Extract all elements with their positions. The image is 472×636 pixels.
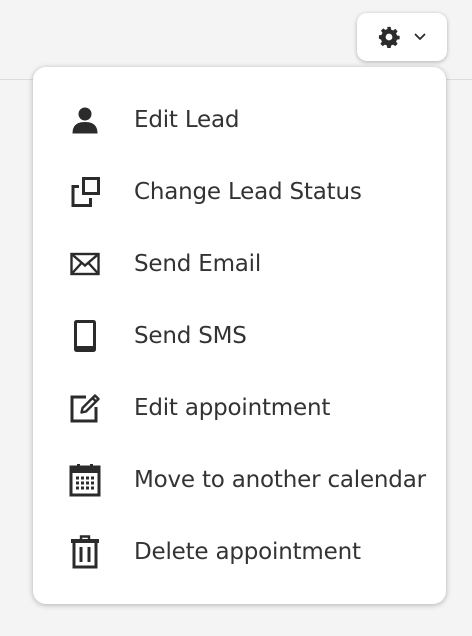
person-icon: [68, 103, 102, 137]
menu-item-delete-appointment[interactable]: Delete appointment: [33, 516, 446, 588]
menu-item-label: Edit Lead: [134, 107, 240, 133]
menu-item-move-calendar[interactable]: Move to another calendar: [33, 444, 446, 516]
gear-icon: [378, 26, 400, 48]
edit-icon: [68, 391, 102, 425]
phone-icon: [68, 319, 102, 353]
menu-item-change-lead-status[interactable]: Change Lead Status: [33, 156, 446, 228]
trash-icon: [68, 535, 102, 569]
menu-item-send-email[interactable]: Send Email: [33, 228, 446, 300]
menu-item-edit-appointment[interactable]: Edit appointment: [33, 372, 446, 444]
chevron-down-icon: [414, 33, 426, 41]
menu-item-label: Change Lead Status: [134, 179, 362, 205]
envelope-icon: [68, 247, 102, 281]
actions-dropdown-menu: Edit Lead Change Lead Status Send Email …: [33, 67, 446, 604]
calendar-icon: [68, 463, 102, 497]
settings-dropdown-button[interactable]: [357, 13, 447, 61]
status-change-icon: [68, 175, 102, 209]
menu-item-label: Move to another calendar: [134, 467, 426, 493]
menu-item-label: Send SMS: [134, 323, 247, 349]
menu-item-label: Send Email: [134, 251, 262, 277]
menu-item-edit-lead[interactable]: Edit Lead: [33, 84, 446, 156]
menu-item-label: Delete appointment: [134, 539, 361, 565]
menu-item-send-sms[interactable]: Send SMS: [33, 300, 446, 372]
menu-item-label: Edit appointment: [134, 395, 331, 421]
